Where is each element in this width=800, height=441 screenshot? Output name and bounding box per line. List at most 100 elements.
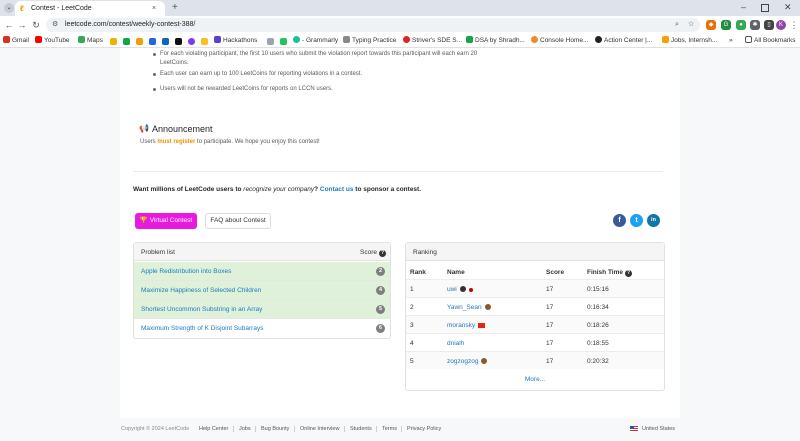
bookmark-icon[interactable] — [149, 38, 156, 45]
help-icon[interactable]: ? — [378, 250, 386, 257]
problem-row[interactable]: Apple Redistribution into Boxes 2 — [134, 262, 390, 281]
extension-icon[interactable]: G — [721, 20, 731, 30]
bookmarks-overflow[interactable]: » — [729, 36, 733, 46]
footer-link-privacy-policy[interactable]: Privacy Policy — [407, 425, 441, 433]
extension-icon[interactable]: ◆ — [706, 20, 716, 30]
table-row: 3 moransky 17 0:18:26 — [406, 315, 664, 333]
problem-row[interactable]: Maximum Strength of K Disjoint Subarrays… — [134, 319, 390, 338]
url-text[interactable]: leetcode.com/contest/weekly-contest-388/ — [65, 20, 195, 30]
virtual-contest-button[interactable]: 🏆 Virtual Contest — [135, 213, 197, 229]
finish-time-cell: 0:15:16 — [587, 286, 609, 293]
tab-search-icon[interactable]: ⌄ — [4, 3, 14, 13]
bookmark-action-center[interactable]: Action Center |... — [595, 36, 652, 46]
faq-button[interactable]: FAQ about Contest — [205, 213, 271, 229]
tab-close-icon[interactable]: × — [152, 4, 156, 13]
bookmark-youtube[interactable]: YouTube — [35, 36, 70, 46]
rank-cell: 2 — [410, 304, 414, 311]
linkedin-icon[interactable] — [162, 38, 169, 45]
bookmark-hackathons[interactable]: Hackathons — [214, 36, 257, 46]
bookmark-maps[interactable]: Maps — [78, 36, 103, 46]
bookmark-gmail[interactable]: Gmail — [3, 36, 29, 46]
finish-time-cell: 0:16:34 — [587, 304, 609, 311]
user-link[interactable]: zogzogzog — [447, 357, 488, 366]
striver-icon — [403, 36, 410, 43]
bookmark-dsa[interactable]: DSA by Shradh... — [466, 36, 525, 46]
divider — [133, 171, 663, 172]
user-link[interactable]: moransky — [447, 321, 486, 330]
score-cell: 17 — [546, 358, 554, 365]
gmail-icon — [3, 36, 10, 43]
problem-row[interactable]: Shortest Uncommon Substring in an Array … — [134, 300, 390, 319]
bookmark-icon[interactable] — [136, 38, 143, 45]
problem-link[interactable]: Apple Redistribution into Boxes — [141, 267, 231, 276]
bookmark-icon[interactable] — [188, 38, 195, 45]
megaphone-icon: 📢 — [139, 124, 149, 133]
problem-link[interactable]: Maximize Happiness of Selected Children — [141, 286, 261, 295]
contact-us-link[interactable]: Contact us — [320, 186, 354, 193]
problem-row[interactable]: Maximize Happiness of Selected Children … — [134, 281, 390, 300]
footer-separator — [344, 426, 345, 432]
rank-column-header: Rank — [410, 269, 426, 276]
footer-link-terms[interactable]: Terms — [382, 425, 397, 433]
footer-link-bug-bounty[interactable]: Bug Bounty — [261, 425, 289, 433]
facebook-icon[interactable]: f — [613, 214, 626, 227]
extension-icon[interactable]: ● — [736, 20, 746, 30]
bookmark-icon[interactable] — [110, 38, 117, 45]
bookmark-icon[interactable] — [267, 38, 274, 45]
browser-tab[interactable]: ℓ Contest - LeetCode × — [15, 1, 165, 16]
zoom-icon[interactable]: ⌕ — [675, 20, 679, 30]
footer-link-help-center[interactable]: Help Center — [199, 425, 228, 433]
linkedin-icon[interactable]: in — [647, 214, 660, 227]
more-ranking-link[interactable]: More... — [406, 375, 664, 384]
name-column-header: Name — [447, 269, 465, 276]
x-icon[interactable] — [175, 38, 182, 45]
contest-card: For each violating participant, the firs… — [120, 48, 680, 418]
help-icon[interactable]: ? — [625, 270, 632, 277]
all-bookmarks[interactable]: All Bookmarks — [745, 36, 796, 46]
twitter-icon[interactable]: t — [630, 214, 643, 227]
footer-separator — [401, 426, 402, 432]
bookmark-icon[interactable] — [201, 38, 208, 45]
browser-menu-icon[interactable]: ⋮ — [789, 19, 799, 31]
site-info-icon[interactable]: ⚙ — [52, 20, 58, 30]
footer-link-students[interactable]: Students — [350, 425, 372, 433]
extensions-puzzle-icon[interactable]: ✱ — [750, 20, 760, 30]
bookmark-console-home[interactable]: Console Home... — [531, 36, 588, 46]
new-tab-icon[interactable]: + — [172, 1, 178, 14]
bookmark-icon — [214, 36, 221, 43]
country-flag-icon — [468, 288, 473, 292]
aws-icon — [531, 36, 538, 43]
footer-separator — [376, 426, 377, 432]
rank-cell: 1 — [410, 286, 414, 293]
reload-icon[interactable]: ↻ — [31, 19, 41, 31]
must-register-link[interactable]: must register — [157, 139, 195, 145]
bookmark-icon[interactable] — [123, 38, 130, 45]
problem-link[interactable]: Shortest Uncommon Substring in an Array — [141, 305, 262, 314]
tab-title: Contest - LeetCode — [31, 5, 92, 12]
us-flag-icon — [630, 426, 638, 432]
user-link[interactable]: Yawn_Sean — [447, 303, 491, 312]
bookmark-striver[interactable]: Striver's SDE S... — [403, 36, 462, 46]
bookmark-star-icon[interactable]: ☆ — [688, 20, 694, 30]
problem-link[interactable]: Maximum Strength of K Disjoint Subarrays — [141, 324, 263, 333]
footer-link-jobs[interactable]: Jobs — [239, 425, 251, 433]
bookmark-icon[interactable] — [280, 38, 287, 45]
user-link[interactable]: uwi — [447, 285, 473, 294]
window-close-icon[interactable]: ✕ — [784, 1, 792, 13]
user-link[interactable]: dnialh — [447, 339, 464, 348]
footer-separator — [255, 426, 256, 432]
bookmark-typing-practice[interactable]: Typing Practice — [343, 36, 396, 46]
maximize-icon[interactable] — [761, 4, 769, 12]
region-selector[interactable]: United States — [642, 425, 675, 433]
footer-link-online-interview[interactable]: Online Interview — [300, 425, 339, 433]
address-bar[interactable]: ⚙ leetcode.com/contest/weekly-contest-38… — [46, 18, 700, 32]
side-panel-icon[interactable]: ▯ — [764, 20, 774, 30]
profile-avatar[interactable]: K — [776, 20, 786, 30]
problem-score-badge: 2 — [376, 267, 385, 276]
back-icon[interactable]: ← — [4, 19, 14, 31]
bookmark-grammarly[interactable]: - Grammarly — [293, 36, 338, 46]
forward-icon[interactable]: → — [17, 19, 27, 31]
problem-score-badge: 5 — [376, 305, 385, 314]
bookmark-jobs[interactable]: Jobs, Internsh... — [662, 36, 717, 46]
minimize-icon[interactable]: – — [741, 1, 746, 13]
